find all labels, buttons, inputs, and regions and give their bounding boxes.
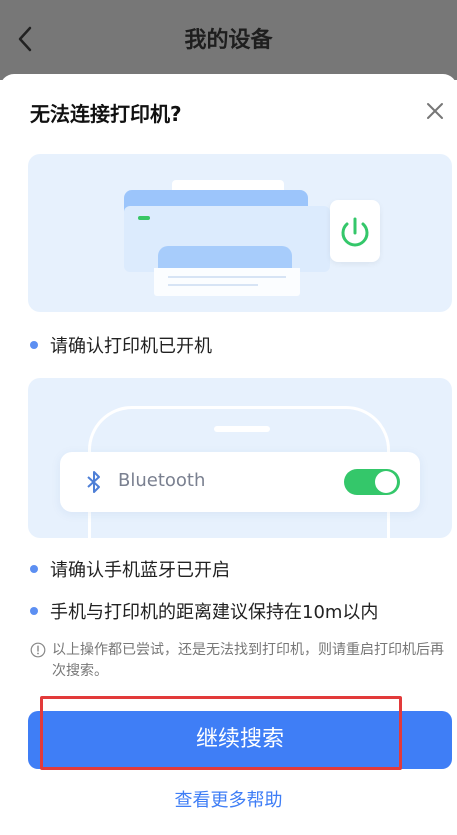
bluetooth-icon [87, 471, 100, 493]
close-icon[interactable] [424, 100, 446, 122]
power-icon [341, 217, 369, 247]
bluetooth-toggle [344, 469, 400, 495]
highlight-box [40, 696, 402, 770]
sheet-title: 无法连接打印机? [30, 102, 182, 126]
check-text: 手机与打印机的距离建议保持在10m以内 [50, 602, 379, 623]
page-title: 我的设备 [184, 28, 273, 53]
paper-output [154, 268, 300, 296]
info-icon [30, 642, 46, 658]
note-text: 以上操作都已尝试，还是无法找到打印机，则请重启打印机后再次搜索。 [52, 642, 444, 679]
check-text: 请确认手机蓝牙已开启 [50, 560, 230, 581]
bluetooth-setting-row: Bluetooth [60, 452, 420, 512]
printer-led [138, 216, 150, 220]
printer-illustration [28, 154, 452, 312]
toggle-knob [375, 471, 397, 493]
bullet-dot [30, 607, 38, 615]
check-item-bluetooth-on: 请确认手机蓝牙已开启 [30, 556, 230, 582]
check-text: 请确认打印机已开机 [50, 336, 212, 357]
bullet-dot [30, 341, 38, 349]
check-item-printer-on: 请确认打印机已开机 [30, 332, 212, 358]
more-help-link[interactable]: 查看更多帮助 [0, 786, 457, 812]
check-item-distance: 手机与打印机的距离建议保持在10m以内 [30, 598, 378, 624]
power-badge [330, 200, 380, 262]
bluetooth-illustration: Bluetooth [28, 378, 452, 538]
bluetooth-label: Bluetooth [118, 470, 206, 491]
phone-speaker [214, 426, 270, 432]
bullet-dot [30, 565, 38, 573]
top-bar: 我的设备 [0, 0, 457, 80]
connection-help-sheet: 无法连接打印机? 请确认打印机已开机 Bluetooth 请确认手机蓝牙已开启 … [0, 74, 457, 835]
